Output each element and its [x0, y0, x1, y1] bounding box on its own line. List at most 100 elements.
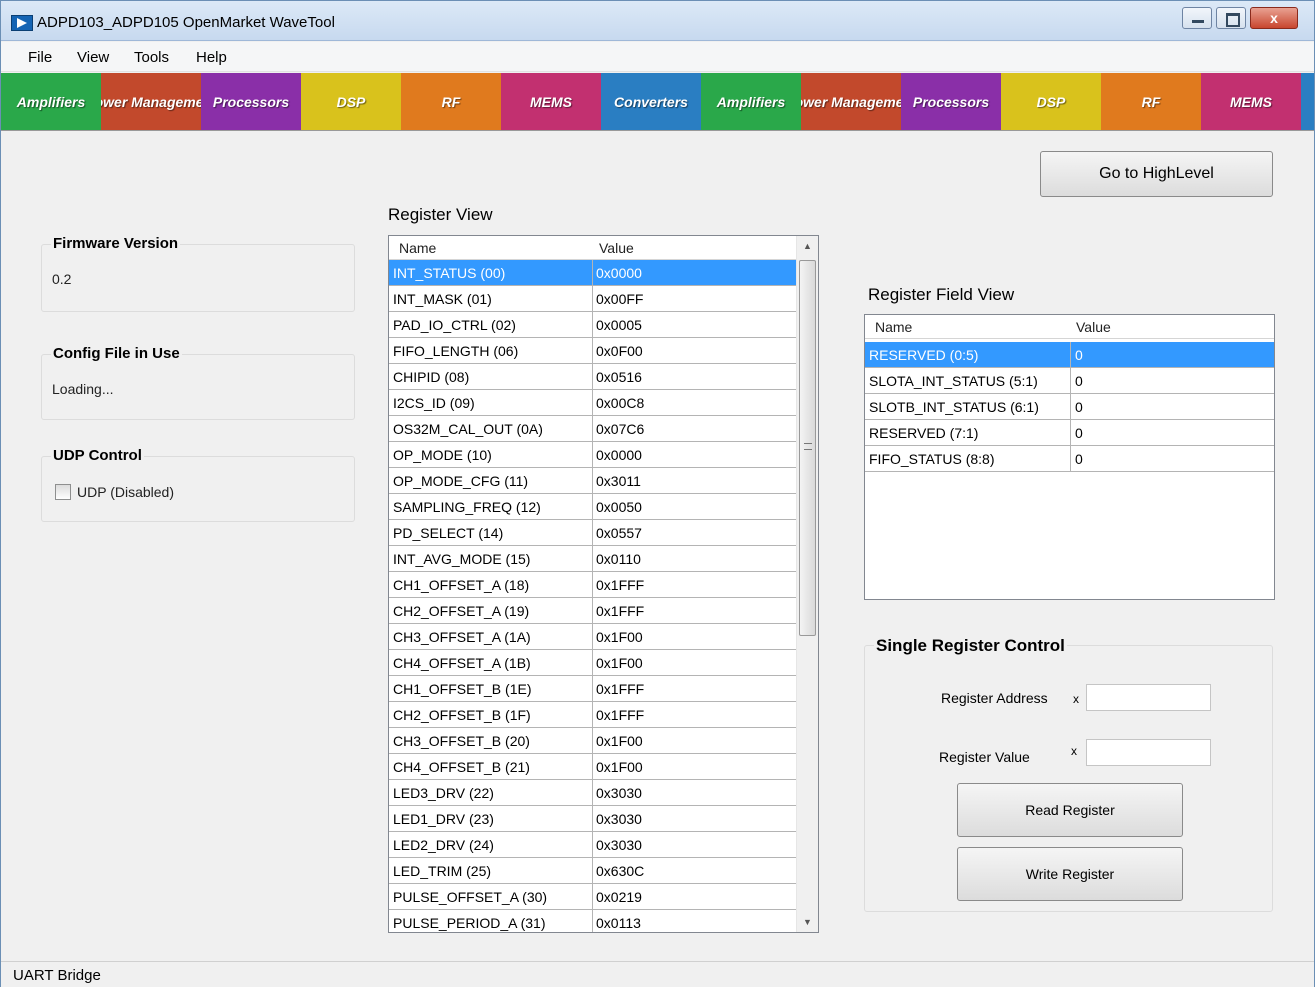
register-name-cell: OP_MODE (10): [393, 447, 492, 463]
field-value-cell[interactable]: 0: [1075, 347, 1083, 363]
register-value-cell[interactable]: 0x0219: [596, 889, 642, 905]
register-name-cell: CH1_OFFSET_A (18): [393, 577, 530, 593]
field-row[interactable]: SLOTA_INT_STATUS (5:1) 0: [865, 368, 1274, 394]
register-view-title: Register View: [388, 205, 493, 224]
register-name-cell: CHIPID (08): [393, 369, 470, 385]
register-name-cell: CH2_OFFSET_B (1F): [393, 707, 531, 723]
register-scrollbar[interactable]: ▲ ▼: [796, 236, 818, 932]
field-value-cell[interactable]: 0: [1075, 399, 1083, 415]
app-logo-icon: [11, 15, 33, 31]
banner-tile: Power Management: [101, 73, 201, 130]
field-column-separator: [1070, 342, 1071, 367]
scroll-down-arrow-icon[interactable]: ▼: [797, 912, 818, 932]
udp-control-title: UDP Control: [51, 447, 144, 464]
product-banner: AmplifiersPower ManagementProcessorsDSPR…: [1, 73, 1314, 131]
read-register-button[interactable]: Read Register: [957, 783, 1183, 837]
field-column-separator: [1070, 446, 1071, 471]
register-value-prefix: x: [1071, 744, 1077, 758]
register-value-cell[interactable]: 0x1FFF: [596, 707, 644, 723]
register-value-cell[interactable]: 0x0113: [596, 915, 641, 931]
register-field-grid[interactable]: Name Value RESERVED (0:5) 0 SLOTA_INT_STAT…: [864, 314, 1275, 600]
banner-tile: Amplifiers: [701, 73, 801, 130]
register-value-cell[interactable]: 0x3011: [596, 473, 641, 489]
field-column-separator: [1070, 394, 1071, 419]
register-address-input[interactable]: [1086, 684, 1211, 711]
close-button[interactable]: x: [1250, 7, 1298, 29]
register-value-cell[interactable]: 0x1F00: [596, 759, 643, 775]
banner-tile: MEMS: [501, 73, 601, 130]
register-name-cell: PULSE_PERIOD_A (31): [393, 915, 546, 931]
field-value-column-header[interactable]: Value: [1076, 319, 1111, 335]
field-row[interactable]: FIFO_STATUS (8:8) 0: [865, 446, 1274, 472]
field-column-separator: [1070, 368, 1071, 393]
register-value-cell[interactable]: 0x1F00: [596, 629, 643, 645]
register-value-cell[interactable]: 0x630C: [596, 863, 644, 879]
register-address-prefix: x: [1073, 692, 1079, 706]
field-name-cell: SLOTB_INT_STATUS (6:1): [869, 399, 1039, 415]
register-column-separator: [592, 260, 593, 932]
register-field-view-title: Register Field View: [868, 285, 1015, 304]
register-value-cell[interactable]: 0x3030: [596, 811, 642, 827]
field-value-cell[interactable]: 0: [1075, 425, 1083, 441]
udp-checkbox-icon[interactable]: [55, 484, 71, 500]
register-value-cell[interactable]: 0x3030: [596, 785, 642, 801]
register-value-cell[interactable]: 0x1F00: [596, 733, 643, 749]
status-bar: UART Bridge: [1, 961, 1314, 987]
field-value-cell[interactable]: 0: [1075, 373, 1083, 389]
register-name-cell: PULSE_OFFSET_A (30): [393, 889, 548, 905]
scroll-up-arrow-icon[interactable]: ▲: [797, 236, 818, 256]
banner-tile: DSP: [1001, 73, 1101, 130]
field-name-column-header[interactable]: Name: [875, 319, 912, 335]
register-value-cell[interactable]: 0x0F00: [596, 343, 643, 359]
register-value-cell[interactable]: 0x1F00: [596, 655, 643, 671]
single-register-control-title: Single Register Control: [874, 636, 1067, 656]
register-value-cell[interactable]: 0x07C6: [596, 421, 644, 437]
udp-control-group: UDP Control UDP (Disabled): [41, 447, 355, 522]
register-value-cell[interactable]: 0x1FFF: [596, 577, 644, 593]
register-value-input[interactable]: [1086, 739, 1211, 766]
register-value-cell[interactable]: 0x1FFF: [596, 603, 644, 619]
field-row[interactable]: RESERVED (7:1) 0: [865, 420, 1274, 446]
register-name-cell: FIFO_LENGTH (06): [393, 343, 519, 359]
main-window: ADPD103_ADPD105 OpenMarket WaveTool x Fi…: [0, 0, 1315, 987]
register-name-cell: LED1_DRV (23): [393, 811, 494, 827]
menu-help[interactable]: Help: [196, 49, 227, 66]
banner-tile: DSP: [301, 73, 401, 130]
maximize-button[interactable]: [1216, 7, 1246, 29]
field-row[interactable]: SLOTB_INT_STATUS (6:1) 0: [865, 394, 1274, 420]
register-value-cell[interactable]: 0x0000: [596, 447, 642, 463]
title-bar[interactable]: ADPD103_ADPD105 OpenMarket WaveTool x: [1, 1, 1314, 41]
register-value-cell[interactable]: 0x0110: [596, 551, 641, 567]
menu-view[interactable]: View: [77, 49, 109, 66]
register-value-cell[interactable]: 0x3030: [596, 837, 642, 853]
banner-tile: Processors: [901, 73, 1001, 130]
udp-checkbox-label[interactable]: UDP (Disabled): [77, 484, 174, 500]
register-value-cell[interactable]: 0x00C8: [596, 395, 644, 411]
register-value-cell[interactable]: 0x0516: [596, 369, 642, 385]
register-value-cell[interactable]: 0x0005: [596, 317, 642, 333]
register-value-cell[interactable]: 0x0557: [596, 525, 642, 541]
banner-tile: Amplifiers: [1, 73, 101, 130]
register-value-cell[interactable]: 0x0050: [596, 499, 642, 515]
register-name-column-header[interactable]: Name: [399, 240, 436, 256]
menu-tools[interactable]: Tools: [134, 49, 169, 66]
status-text: UART Bridge: [13, 967, 101, 984]
banner-tile: MEMS: [1201, 73, 1301, 130]
register-value-cell[interactable]: 0x00FF: [596, 291, 643, 307]
register-view-grid[interactable]: Name Value INT_STATUS (00) 0x0000 INT_MASK…: [388, 235, 819, 933]
register-name-cell: PAD_IO_CTRL (02): [393, 317, 516, 333]
register-value-cell[interactable]: 0x0000: [596, 265, 642, 281]
register-value-column-header[interactable]: Value: [599, 240, 634, 256]
register-name-cell: LED2_DRV (24): [393, 837, 494, 853]
register-value-cell[interactable]: 0x1FFF: [596, 681, 644, 697]
menu-file[interactable]: File: [28, 49, 52, 66]
field-value-cell[interactable]: 0: [1075, 451, 1083, 467]
go-to-highlevel-button[interactable]: Go to HighLevel: [1040, 151, 1273, 197]
scroll-thumb[interactable]: [799, 260, 816, 636]
minimize-button[interactable]: [1182, 7, 1212, 29]
field-row[interactable]: RESERVED (0:5) 0: [865, 342, 1274, 368]
banner-tile: Converters: [1301, 73, 1314, 130]
config-file-value: Loading...: [52, 381, 114, 397]
write-register-button[interactable]: Write Register: [957, 847, 1183, 901]
menu-bar: File View Tools Help: [1, 42, 1314, 72]
